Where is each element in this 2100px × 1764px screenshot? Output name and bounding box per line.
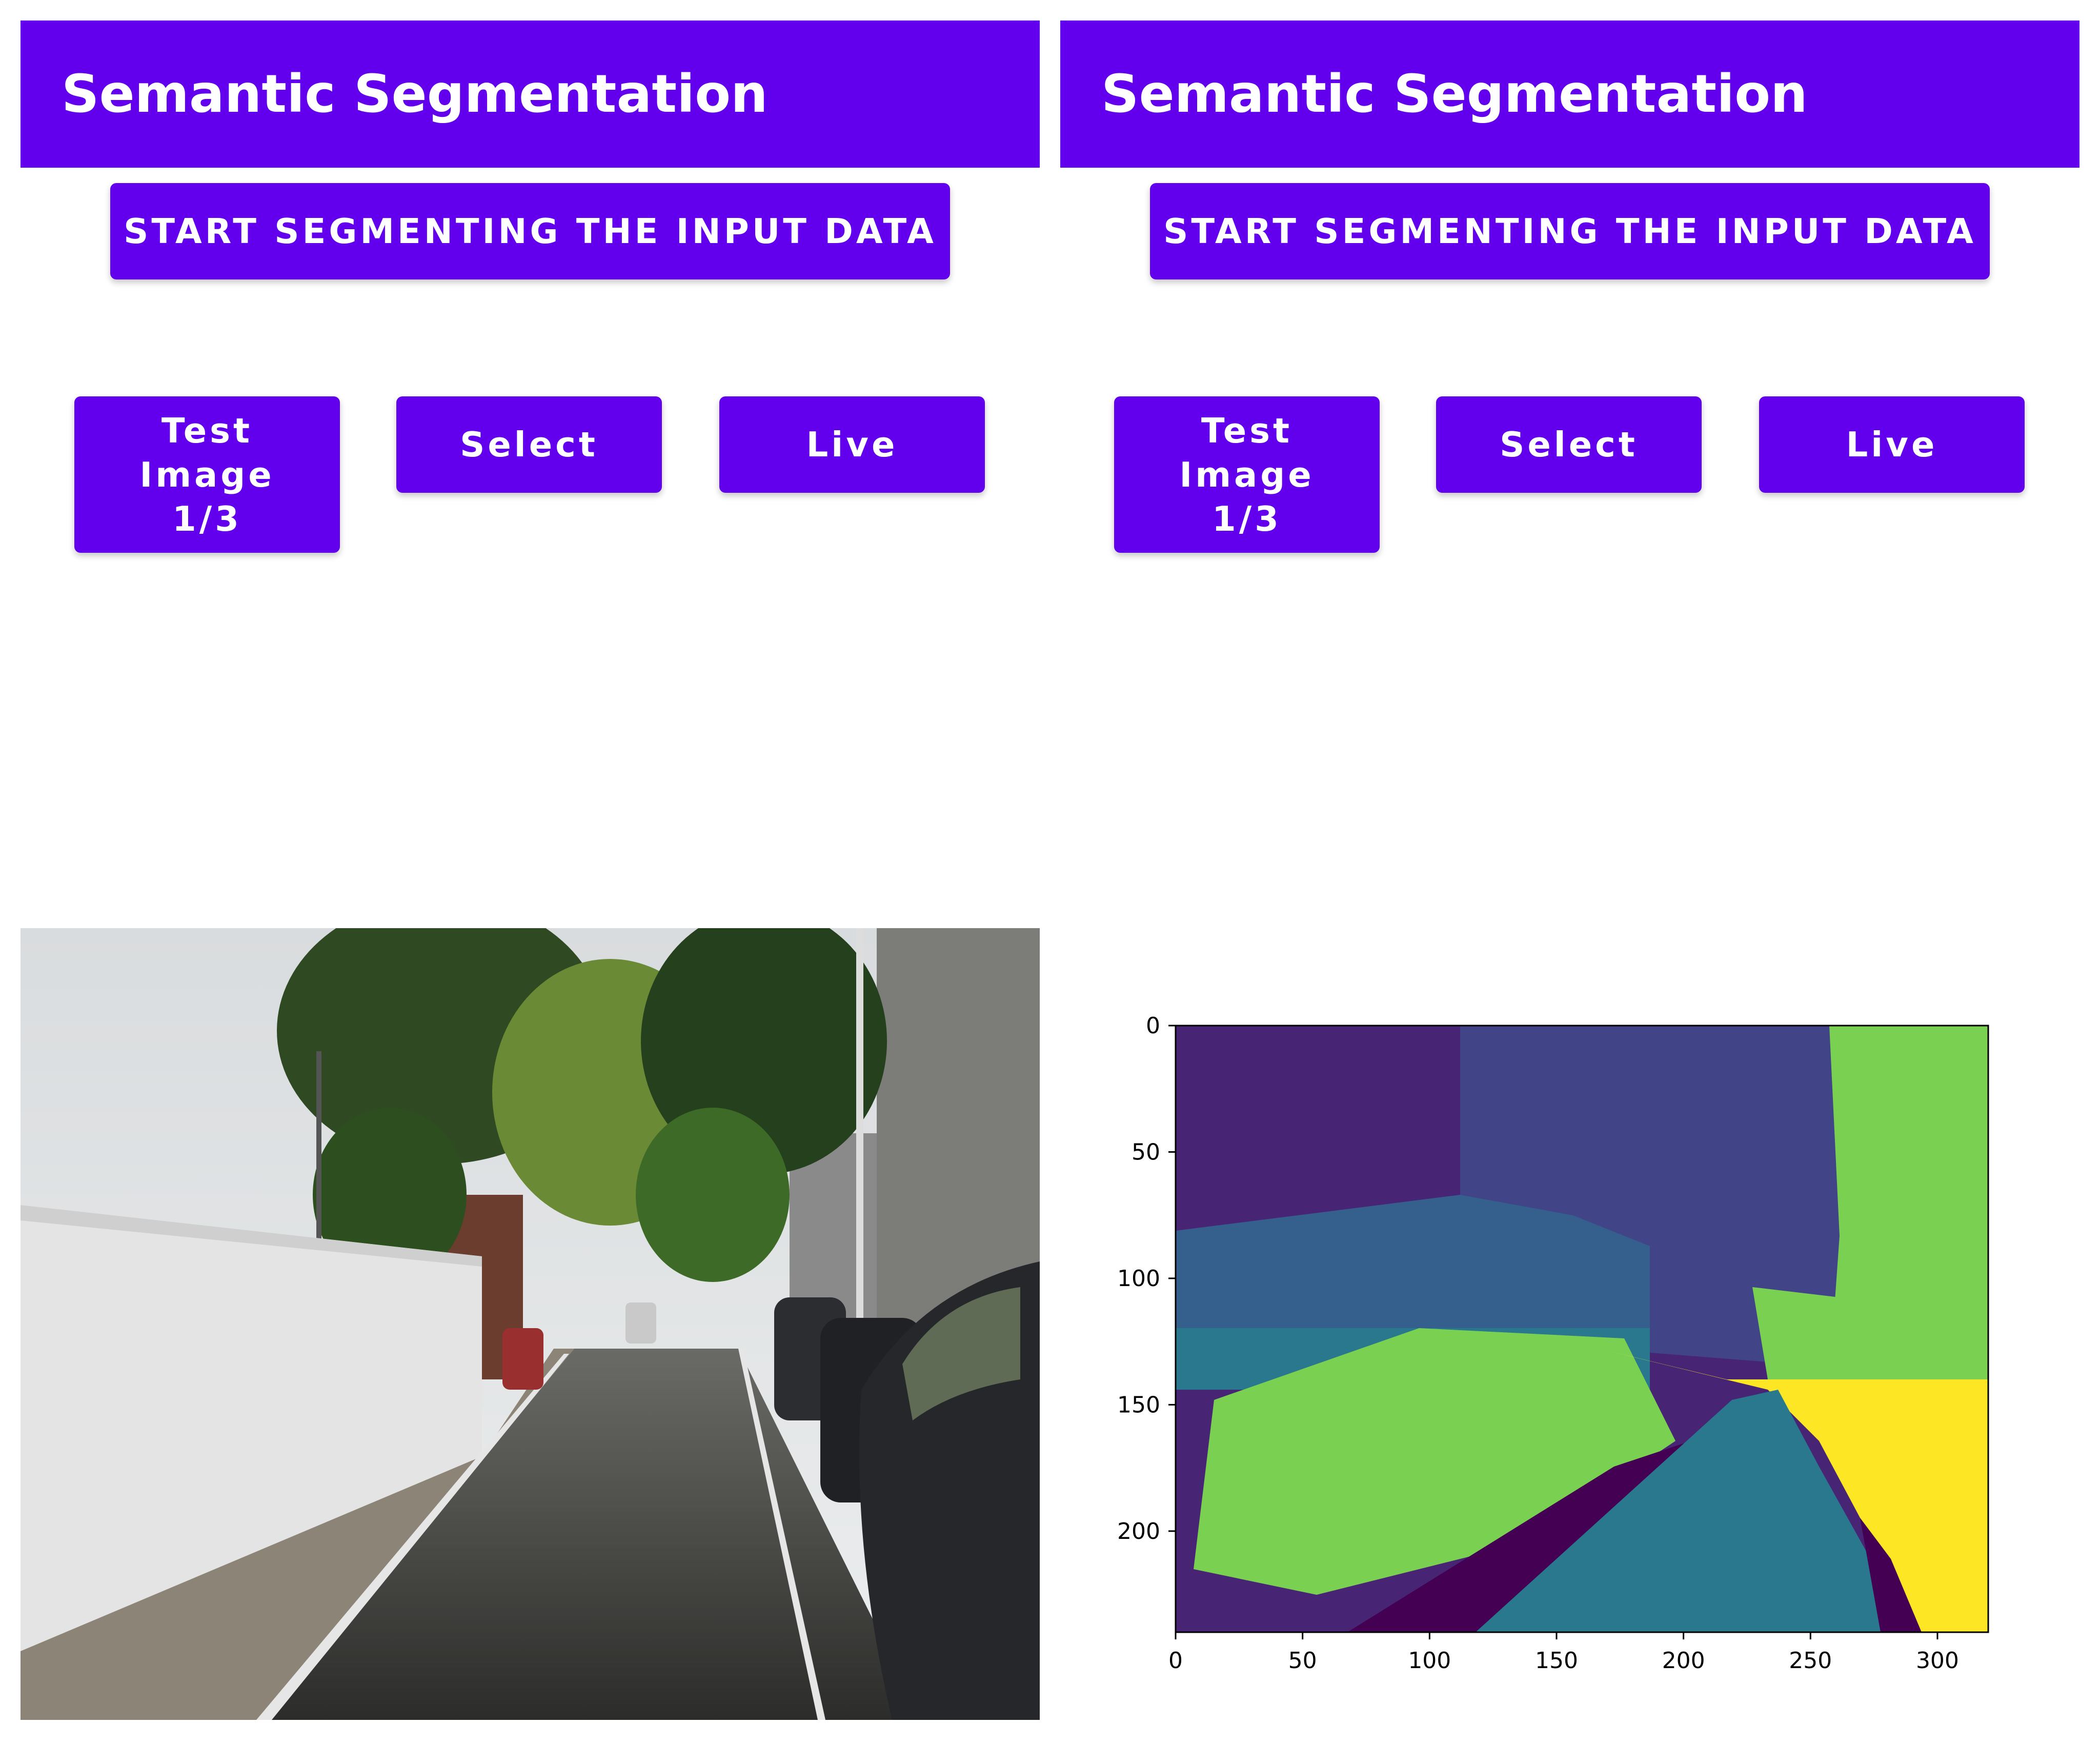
- select-button[interactable]: Select: [396, 396, 662, 493]
- y-tick-label: 150: [1117, 1392, 1160, 1418]
- y-tick-label: 0: [1146, 1013, 1160, 1039]
- x-tick-label: 100: [1408, 1648, 1451, 1674]
- app-bar: Semantic Segmentation: [21, 21, 1040, 168]
- left-panel: Semantic Segmentation START SEGMENTING T…: [21, 0, 1040, 1764]
- segmentation-mask-plot: 0 50 100 150 200 250 300 0 50 100 150 200: [1117, 1013, 1989, 1674]
- select-button[interactable]: Select: [1436, 396, 1702, 493]
- y-tick-label: 100: [1117, 1266, 1160, 1292]
- test-image-label-line1: Test: [161, 410, 253, 451]
- x-tick-label: 0: [1168, 1648, 1183, 1674]
- test-image-label-line2: Image: [1179, 454, 1315, 495]
- app-title: Semantic Segmentation: [1101, 64, 1808, 125]
- input-street-image: [21, 928, 1040, 1720]
- x-axis: 0 50 100 150 200 250 300: [1168, 1632, 1959, 1674]
- test-image-button[interactable]: Test Image 1/3: [74, 396, 340, 553]
- app-bar: Semantic Segmentation: [1060, 21, 2079, 168]
- y-axis: 0 50 100 150 200: [1117, 1013, 1176, 1545]
- app-title: Semantic Segmentation: [62, 64, 768, 125]
- start-segmenting-button[interactable]: START SEGMENTING THE INPUT DATA: [1150, 183, 1990, 279]
- x-tick-label: 250: [1789, 1648, 1832, 1674]
- x-tick-label: 200: [1662, 1648, 1705, 1674]
- y-tick-label: 50: [1132, 1139, 1160, 1165]
- test-image-label-line3: 1/3: [1212, 498, 1282, 539]
- segmentation-mask: [1176, 1026, 1988, 1632]
- right-panel: Semantic Segmentation START SEGMENTING T…: [1060, 0, 2079, 1764]
- x-tick-label: 150: [1535, 1648, 1578, 1674]
- live-button[interactable]: Live: [1759, 396, 2025, 493]
- test-image-label-line3: 1/3: [172, 498, 242, 539]
- test-image-label-line1: Test: [1201, 410, 1293, 451]
- test-image-button[interactable]: Test Image 1/3: [1114, 396, 1380, 553]
- start-segmenting-button[interactable]: START SEGMENTING THE INPUT DATA: [110, 183, 950, 279]
- y-tick-label: 200: [1117, 1518, 1160, 1545]
- x-tick-label: 300: [1916, 1648, 1959, 1674]
- test-image-label-line2: Image: [139, 454, 275, 495]
- live-button[interactable]: Live: [719, 396, 985, 493]
- x-tick-label: 50: [1288, 1648, 1317, 1674]
